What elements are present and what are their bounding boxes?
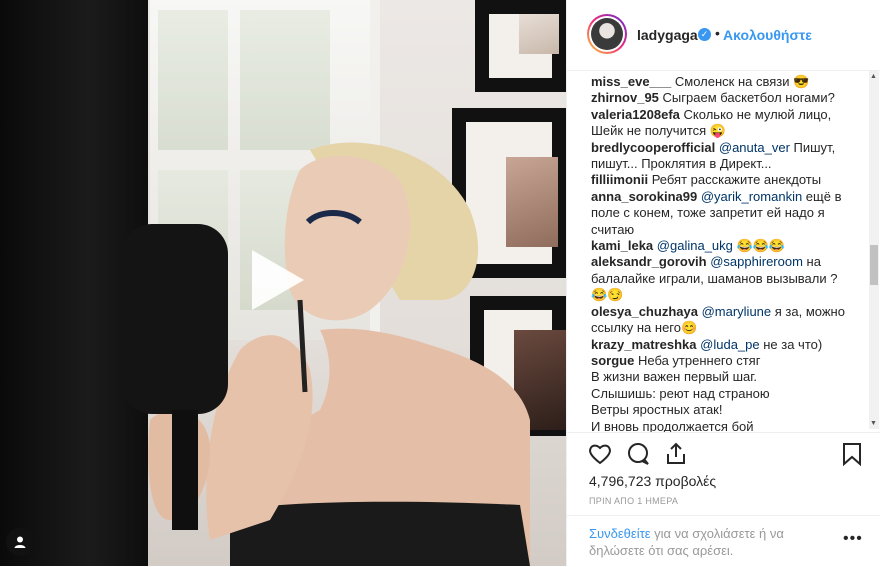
comment-text: не за что) [759,336,823,352]
comment-item: aleksandr_gorovih @sapphireroom на балал… [567,254,867,303]
comment-username[interactable]: anna_sorokina99 [591,189,697,204]
post-timestamp[interactable]: ΠΡΙΝ ΑΠΟ 1 ΗΜΕΡΑ [589,496,678,506]
comment-item: anna_sorokina99 @yarik_romankin ещё в по… [567,189,867,238]
comment-mention[interactable]: @anuta_ver [719,140,790,155]
heart-icon[interactable] [587,441,613,467]
comments-list[interactable]: miss_eve___ Смоленск на связи 😎 zhirnov_9… [567,71,867,432]
comment-item: filliimonii Ребят расскажите анекдоты [567,172,867,188]
comment-username[interactable]: filliimonii [591,172,648,187]
verified-badge-icon: ✓ [698,28,711,41]
comment-item: bredlycooperofficial @anuta_ver Пишут, п… [567,140,867,173]
bookmark-icon[interactable] [839,441,865,467]
comment-item: krazy_matreshka @luda_pe не за что) [567,337,867,353]
scroll-thumb[interactable] [870,245,878,285]
comment-username[interactable]: krazy_matreshka [591,337,697,352]
comment-mention[interactable]: @yarik_romankin [701,189,802,204]
comments-scrollbar[interactable]: ▲ ▼ [869,71,879,429]
comment-username[interactable]: sorgue [591,353,634,368]
post-video[interactable] [0,0,566,566]
comment-username[interactable]: zhirnov_95 [591,90,659,105]
post-header: ladygaga ✓ • Ακολουθήστε [567,0,880,71]
login-link[interactable]: Συνδεθείτε [589,526,651,541]
username-link[interactable]: ladygaga [637,27,698,43]
more-options-icon[interactable]: ••• [843,530,863,548]
post-sidebar: ladygaga ✓ • Ακολουθήστε miss_eve___ Смо… [566,0,880,566]
comment-username[interactable]: olesya_chuzhaya [591,304,698,319]
scroll-down-icon[interactable]: ▼ [870,420,877,427]
user-tags-icon[interactable] [6,528,34,556]
comment-username[interactable]: bredlycooperofficial [591,140,715,155]
play-icon[interactable] [252,250,304,310]
login-prompt: Συνδεθείτε για να σχολιάσετε ή να δηλώσε… [589,525,829,559]
comment-text: 😂😂😂 [732,238,786,254]
comment-item: kami_leka @galina_ukg 😂😂😂 [567,238,867,254]
comment-username[interactable]: kami_leka [591,238,653,253]
comment-mention[interactable]: @maryliune [702,304,772,319]
comment-item: olesya_chuzhaya @maryliune я за, можно с… [567,304,867,337]
comment-username[interactable]: valeria1208efa [591,107,680,122]
comment-item: miss_eve___ Смоленск на связи 😎 [567,74,867,90]
views-count: 4,796,723 προβολές [589,473,717,489]
comment-mention[interactable]: @sapphireroom [710,254,803,269]
comment-mention[interactable]: @galina_ukg [657,238,733,253]
scroll-up-icon[interactable]: ▲ [870,73,877,80]
avatar[interactable] [587,14,627,54]
instagram-post-page: ladygaga ✓ • Ακολουθήστε miss_eve___ Смо… [0,0,880,566]
comment-text: Ребят расскажите анекдоты [651,172,822,188]
action-bar [567,432,880,473]
comment-username[interactable]: miss_eve___ [591,74,671,89]
comment-username[interactable]: aleksandr_gorovih [591,254,707,269]
share-icon[interactable] [663,441,689,467]
comment-mention[interactable]: @luda_pe [700,337,759,352]
separator-dot: • [715,25,720,41]
comment-text: Сыграем баскетбол ногами? [662,90,835,106]
comment-item: valeria1208efa Сколько не мулюй лицо, Ше… [567,107,867,140]
comment-item: zhirnov_95 Сыграем баскетбол ногами? [567,90,867,106]
login-footer: Συνδεθείτε για να σχολιάσετε ή να δηλώσε… [567,515,880,567]
comment-item: sorgue Неба утреннего стяг В жизни важен… [567,353,867,432]
follow-button[interactable]: Ακολουθήστε [723,27,812,43]
comment-icon[interactable] [625,441,651,467]
comment-text: Смоленск на связи 😎 [674,74,810,89]
